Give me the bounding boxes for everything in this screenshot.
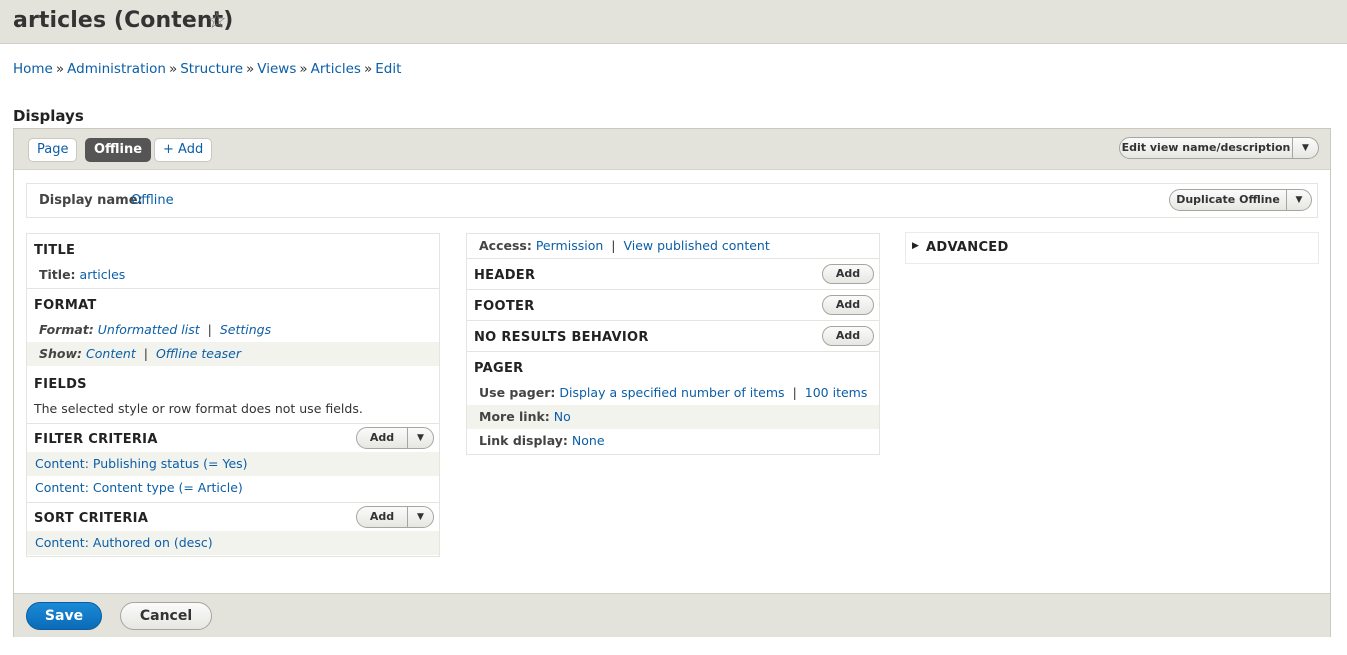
chevron-down-icon: ▼ (417, 433, 424, 443)
title-section-heading: TITLE (34, 243, 76, 258)
middle-column: Access: Permission | View published conten… (466, 233, 880, 455)
access-permission-link[interactable]: Permission (536, 238, 603, 253)
no-results-section-heading: NO RESULTS BEHAVIOR (474, 330, 649, 345)
edit-view-dropdown-toggle[interactable]: ▼ (1292, 137, 1319, 159)
breadcrumb: Home» Administration» Structure» Views» Arti… (13, 61, 402, 77)
filter-content-type-link[interactable]: Content: Content type (= Article) (35, 480, 243, 495)
filter-publishing-status-link[interactable]: Content: Publishing status (= Yes) (35, 456, 248, 471)
filter-item: Content: Publishing status (= Yes) (27, 452, 439, 476)
filter-item: Content: Content type (= Article) (27, 476, 439, 500)
breadcrumb-articles[interactable]: Articles (311, 61, 361, 77)
add-no-results-button[interactable]: Add (822, 326, 874, 346)
display-name-label: Display name: (39, 193, 143, 208)
sort-dropdown-toggle[interactable]: ▼ (407, 506, 434, 528)
more-link-row: More link: No (467, 405, 879, 429)
title-row: Title: articles (39, 267, 126, 282)
add-header-button[interactable]: Add (822, 264, 874, 284)
add-display-button[interactable]: + Add (154, 138, 213, 162)
more-link-value[interactable]: No (554, 409, 571, 424)
title-value-link[interactable]: articles (80, 267, 126, 282)
fields-note: The selected style or row format does no… (34, 401, 363, 416)
star-icon[interactable]: ☆ (207, 9, 227, 34)
page-header: articles (Content) ☆ (0, 0, 1347, 44)
chevron-down-icon: ▼ (417, 512, 424, 522)
triangle-right-icon: ▶ (912, 241, 919, 251)
cancel-button[interactable]: Cancel (120, 602, 212, 630)
pager-section-heading: PAGER (474, 361, 524, 376)
format-section-heading: FORMAT (34, 298, 97, 313)
advanced-toggle[interactable]: ▶ ADVANCED (905, 232, 1319, 264)
left-column: TITLE Title: articles FORMAT Format: Unf… (26, 233, 440, 557)
show-row: Show: Content | Offline teaser (27, 342, 439, 366)
breadcrumb-administration[interactable]: Administration (67, 61, 166, 77)
format-settings-link[interactable]: Settings (220, 322, 271, 337)
pager-items-link[interactable]: 100 items (805, 385, 868, 400)
chevron-down-icon: ▼ (1295, 195, 1303, 205)
breadcrumb-edit[interactable]: Edit (375, 61, 401, 77)
add-footer-button[interactable]: Add (822, 295, 874, 315)
filter-section-heading: FILTER CRITERIA (34, 432, 158, 447)
edit-view-name-button[interactable]: Edit view name/description (1119, 137, 1293, 159)
display-name-bar: Display name: Offline Duplicate Offline … (26, 183, 1318, 218)
page-title: articles (Content) (13, 8, 234, 33)
sort-authored-on-link[interactable]: Content: Authored on (desc) (35, 535, 213, 550)
duplicate-dropdown-toggle[interactable]: ▼ (1286, 189, 1312, 211)
chevron-down-icon: ▼ (1302, 143, 1309, 153)
footer-section-heading: FOOTER (474, 299, 535, 314)
format-row: Format: Unformatted list | Settings (39, 322, 272, 337)
header-section-heading: HEADER (474, 268, 536, 283)
use-pager-row: Use pager: Display a specified number of… (479, 385, 868, 400)
add-sort-button[interactable]: Add (356, 506, 408, 528)
access-detail-link[interactable]: View published content (623, 238, 769, 253)
show-value-link[interactable]: Content (86, 346, 136, 361)
format-value-link[interactable]: Unformatted list (98, 322, 200, 337)
breadcrumb-home[interactable]: Home (13, 61, 53, 77)
form-actions-bar: Save Cancel (14, 593, 1330, 637)
add-filter-button[interactable]: Add (356, 427, 408, 449)
display-tabs-bar: Page Offline + Add Edit view name/descri… (14, 129, 1330, 170)
display-name-value[interactable]: Offline (131, 193, 174, 208)
filter-dropdown-toggle[interactable]: ▼ (407, 427, 434, 449)
use-pager-link[interactable]: Display a specified number of items (559, 385, 784, 400)
sort-section-heading: SORT CRITERIA (34, 511, 149, 526)
views-edit-panel: Page Offline + Add Edit view name/descri… (13, 128, 1331, 637)
tab-page[interactable]: Page (28, 138, 78, 162)
advanced-label: ADVANCED (926, 240, 1009, 255)
link-display-value[interactable]: None (572, 433, 605, 448)
displays-heading: Displays (13, 107, 84, 125)
link-display-row: Link display: None (479, 433, 605, 448)
breadcrumb-structure[interactable]: Structure (180, 61, 243, 77)
breadcrumb-views[interactable]: Views (257, 61, 296, 77)
duplicate-display-button[interactable]: Duplicate Offline (1169, 189, 1287, 211)
show-mode-link[interactable]: Offline teaser (156, 346, 241, 361)
access-row: Access: Permission | View published conten… (479, 238, 770, 253)
fields-section-heading: FIELDS (34, 377, 87, 392)
save-button[interactable]: Save (26, 602, 102, 630)
sort-item: Content: Authored on (desc) (27, 531, 439, 555)
tab-offline[interactable]: Offline (85, 138, 152, 162)
